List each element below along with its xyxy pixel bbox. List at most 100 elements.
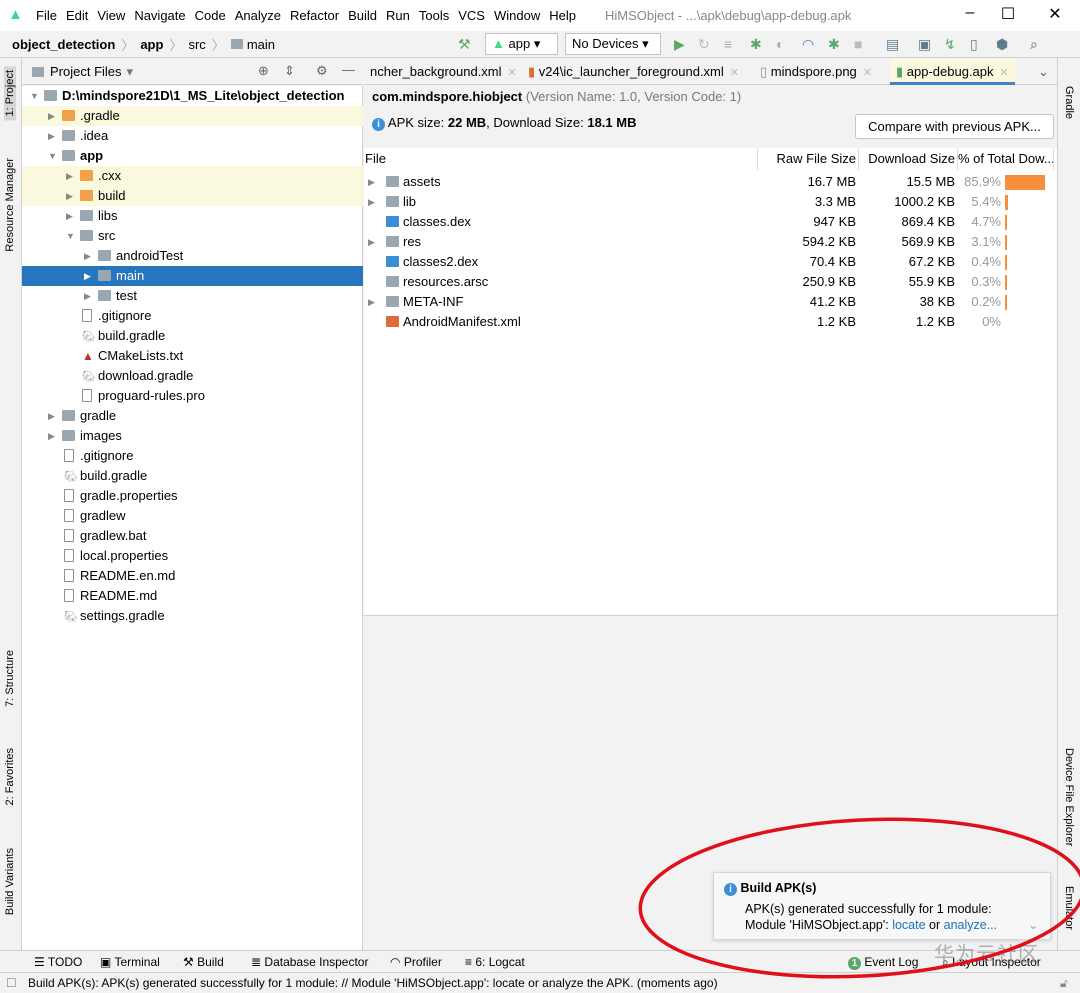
collapsed-arrow-icon[interactable]: ▶ — [48, 426, 55, 446]
close-tab-icon[interactable]: ✕ — [730, 67, 739, 79]
tree-item[interactable]: ▶ .cxx — [22, 166, 363, 186]
tree-item[interactable]: README.en.md — [22, 566, 363, 586]
column-header-download-size[interactable]: Download Size — [859, 148, 958, 170]
collapsed-arrow-icon[interactable]: ▶ — [368, 292, 375, 312]
tree-item[interactable]: ▶ .idea — [22, 126, 363, 146]
apply-changes-icon[interactable]: ↻ — [698, 36, 710, 53]
profile-icon[interactable]: ◠ — [802, 36, 814, 53]
profiler-tool-button[interactable]: ◠ Profiler — [390, 955, 442, 969]
collapsed-arrow-icon[interactable]: ▶ — [84, 266, 91, 286]
tree-item[interactable]: ▶ gradle — [22, 406, 363, 426]
gradle-tool-tab[interactable]: Gradle — [1063, 86, 1075, 119]
collapsed-arrow-icon[interactable]: ▶ — [368, 192, 375, 212]
expanded-arrow-icon[interactable]: ▼ — [66, 226, 75, 246]
tree-item[interactable]: ▶ main — [22, 266, 363, 286]
tree-item[interactable]: 🐘︎ settings.gradle — [22, 606, 363, 626]
tree-item[interactable]: local.properties — [22, 546, 363, 566]
project-tool-tab[interactable]: 1: Project — [4, 66, 16, 121]
sync-gradle-icon[interactable]: ↯ — [944, 36, 956, 53]
apk-file-row[interactable]: classes.dex 947 KB 869.4 KB 4.7% — [364, 212, 1057, 232]
emulator-tool-tab[interactable]: Emulator — [1063, 886, 1075, 930]
hide-icon[interactable]: — — [342, 62, 355, 77]
analyze-link[interactable]: analyze... — [944, 918, 998, 932]
collapsed-arrow-icon[interactable]: ▶ — [66, 186, 73, 206]
tree-item[interactable]: 🐘︎ build.gradle — [22, 326, 363, 346]
stop-icon[interactable]: ■ — [854, 36, 862, 52]
menu-analyze[interactable]: Analyze — [235, 8, 281, 23]
tree-item[interactable]: ▲ CMakeLists.txt — [22, 346, 363, 366]
tree-item[interactable]: .gitignore — [22, 446, 363, 466]
build-tool-button[interactable]: ⚒ Build — [183, 955, 224, 969]
compare-apk-button[interactable]: Compare with previous APK... — [855, 114, 1054, 139]
apk-file-row[interactable]: ▶ assets 16.7 MB 15.5 MB 85.9% — [364, 172, 1057, 192]
favorites-tool-tab[interactable]: 2: Favorites — [4, 748, 16, 805]
menu-navigate[interactable]: Navigate — [134, 8, 185, 23]
apk-file-row[interactable]: classes2.dex 70.4 KB 67.2 KB 0.4% — [364, 252, 1057, 272]
column-header-file[interactable]: File — [364, 148, 758, 170]
column-header-percent[interactable]: % of Total Dow... — [958, 148, 1054, 170]
tree-item[interactable]: proguard-rules.pro — [22, 386, 363, 406]
run-icon[interactable]: ▶ — [674, 36, 685, 53]
structure-tool-tab[interactable]: 7: Structure — [4, 650, 16, 707]
close-tab-icon[interactable]: ✕ — [1000, 67, 1009, 79]
apply-code-changes-icon[interactable]: ≡ — [724, 36, 732, 52]
layout-inspector-icon[interactable]: ⬢ — [996, 36, 1008, 53]
toggle-tool-windows-icon[interactable]: ☐ — [6, 973, 17, 993]
collapsed-arrow-icon[interactable]: ▶ — [84, 286, 91, 306]
tree-item[interactable]: ▼ app — [22, 146, 363, 166]
apk-file-row[interactable]: AndroidManifest.xml 1.2 KB 1.2 KB 0% — [364, 312, 1057, 332]
minimize-button[interactable]: – — [955, 4, 985, 22]
tab-mindspore-png[interactable]: ▯ mindspore.png ✕ — [754, 59, 878, 85]
tree-item[interactable]: .gitignore — [22, 306, 363, 326]
tab-app-debug-apk[interactable]: ▮ app-debug.apk ✕ — [890, 59, 1015, 85]
close-tab-icon[interactable]: ✕ — [508, 67, 517, 79]
gear-icon[interactable]: ⚙ — [316, 63, 328, 79]
run-config-select[interactable]: ▲ app ▾ — [485, 33, 558, 55]
menu-help[interactable]: Help — [549, 8, 576, 23]
make-project-hammer-icon[interactable]: ⚒ — [458, 36, 471, 53]
collapsed-arrow-icon[interactable]: ▶ — [368, 172, 375, 192]
collapsed-arrow-icon[interactable]: ▶ — [84, 246, 91, 266]
status-message[interactable]: Build APK(s): APK(s) generated successfu… — [28, 976, 718, 990]
tree-item[interactable]: 🐘︎ download.gradle — [22, 366, 363, 386]
tree-item[interactable]: ▶ androidTest — [22, 246, 363, 266]
sdk-manager-icon[interactable]: ▯ — [970, 36, 978, 53]
locate-link[interactable]: locate — [892, 918, 925, 932]
tree-item[interactable]: README.md — [22, 586, 363, 606]
device-file-explorer-tool-tab[interactable]: Device File Explorer — [1063, 748, 1075, 846]
debug-icon[interactable]: ✱ — [750, 36, 762, 53]
maximize-button[interactable]: ☐ — [993, 4, 1023, 24]
apk-file-row[interactable]: ▶ META-INF 41.2 KB 38 KB 0.2% — [364, 292, 1057, 312]
menu-vcs[interactable]: VCS — [458, 8, 485, 23]
tree-item[interactable]: ▶ test — [22, 286, 363, 306]
tree-item[interactable]: gradlew — [22, 506, 363, 526]
tree-item[interactable]: ▶ .gradle — [22, 106, 363, 126]
menu-edit[interactable]: Edit — [66, 8, 88, 23]
collapsed-arrow-icon[interactable]: ▶ — [368, 232, 375, 252]
menu-window[interactable]: Window — [494, 8, 540, 23]
tab-launcher-background[interactable]: ncher_background.xml ✕ — [364, 59, 523, 85]
breadcrumb-project[interactable]: object_detection — [12, 37, 115, 52]
lock-icon[interactable]: 🔓︎ — [1060, 973, 1068, 993]
collapsed-arrow-icon[interactable]: ▶ — [48, 406, 55, 426]
collapse-all-icon[interactable]: ⇕ — [284, 63, 295, 79]
menu-tools[interactable]: Tools — [419, 8, 449, 23]
event-log-tool-button[interactable]: 1 Event Log — [848, 955, 918, 970]
collapsed-arrow-icon[interactable]: ▶ — [48, 106, 55, 126]
tabs-overflow-chevron-icon[interactable]: ⌄ — [1038, 64, 1049, 80]
tree-item[interactable]: ▼ D:\mindspore21D\1_MS_Lite\object_detect… — [22, 86, 363, 106]
close-tab-icon[interactable]: ✕ — [863, 67, 872, 79]
collapsed-arrow-icon[interactable]: ▶ — [48, 126, 55, 146]
menu-run[interactable]: Run — [386, 8, 410, 23]
device-select[interactable]: No Devices ▾ — [565, 33, 661, 55]
expand-chevron-icon[interactable]: ⌄ — [1028, 917, 1038, 932]
menu-view[interactable]: View — [97, 8, 125, 23]
terminal-tool-button[interactable]: ▣ Terminal — [100, 955, 160, 969]
apk-file-row[interactable]: ▶ res 594.2 KB 569.9 KB 3.1% — [364, 232, 1057, 252]
build-variants-tool-tab[interactable]: Build Variants — [4, 848, 16, 915]
tree-item[interactable]: ▶ images — [22, 426, 363, 446]
debug-attach-icon[interactable]: ✱ — [828, 36, 840, 53]
tree-item[interactable]: gradle.properties — [22, 486, 363, 506]
locate-icon[interactable]: ⊕ — [258, 63, 269, 79]
apk-file-row[interactable]: ▶ lib 3.3 MB 1000.2 KB 5.4% — [364, 192, 1057, 212]
